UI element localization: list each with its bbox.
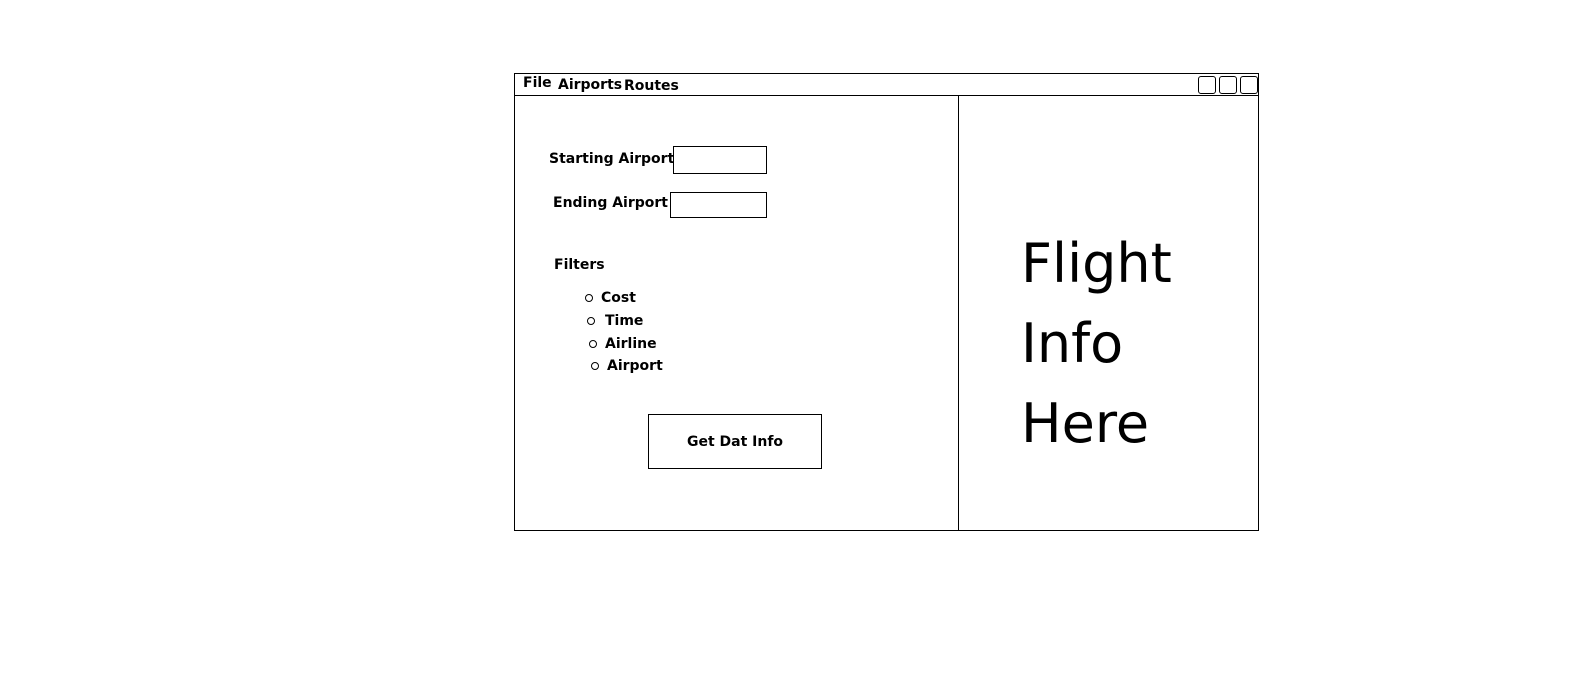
close-button[interactable] <box>1240 76 1258 94</box>
starting-airport-input[interactable] <box>673 146 767 174</box>
flight-info-line: Flight <box>1021 232 1172 295</box>
menu-bar: File Airports Routes <box>515 74 1258 96</box>
flight-info-line: Info <box>1021 312 1124 375</box>
filter-airline-option[interactable]: Airline <box>589 336 657 352</box>
ending-airport-label: Ending Airport <box>553 195 668 211</box>
filter-airline-label: Airline <box>605 336 657 352</box>
filters-heading: Filters <box>554 257 605 273</box>
filter-cost-label: Cost <box>601 290 636 306</box>
filter-time-label: Time <box>605 313 644 329</box>
menu-airports[interactable]: Airports <box>558 77 622 93</box>
minimize-button[interactable] <box>1198 76 1216 94</box>
filter-airport-label: Airport <box>607 358 663 374</box>
filter-airport-radio[interactable] <box>591 362 599 370</box>
get-info-button[interactable]: Get Dat Info <box>648 414 822 469</box>
maximize-button[interactable] <box>1219 76 1237 94</box>
starting-airport-label: Starting Airport <box>549 151 675 167</box>
filter-time-option[interactable]: Time <box>587 313 643 329</box>
filter-time-radio[interactable] <box>587 317 595 325</box>
filter-airport-option[interactable]: Airport <box>591 358 663 374</box>
app-window: File Airports Routes Starting Airport En… <box>514 73 1259 531</box>
flight-info-display: Flight Info Here <box>1021 224 1172 464</box>
menu-file[interactable]: File <box>523 75 552 91</box>
ending-airport-input[interactable] <box>670 192 767 218</box>
filter-cost-radio[interactable] <box>585 294 593 302</box>
filter-cost-option[interactable]: Cost <box>585 290 636 306</box>
filter-airline-radio[interactable] <box>589 340 597 348</box>
menu-routes[interactable]: Routes <box>624 78 679 94</box>
panel-divider <box>958 96 959 530</box>
flight-info-line: Here <box>1021 392 1150 455</box>
